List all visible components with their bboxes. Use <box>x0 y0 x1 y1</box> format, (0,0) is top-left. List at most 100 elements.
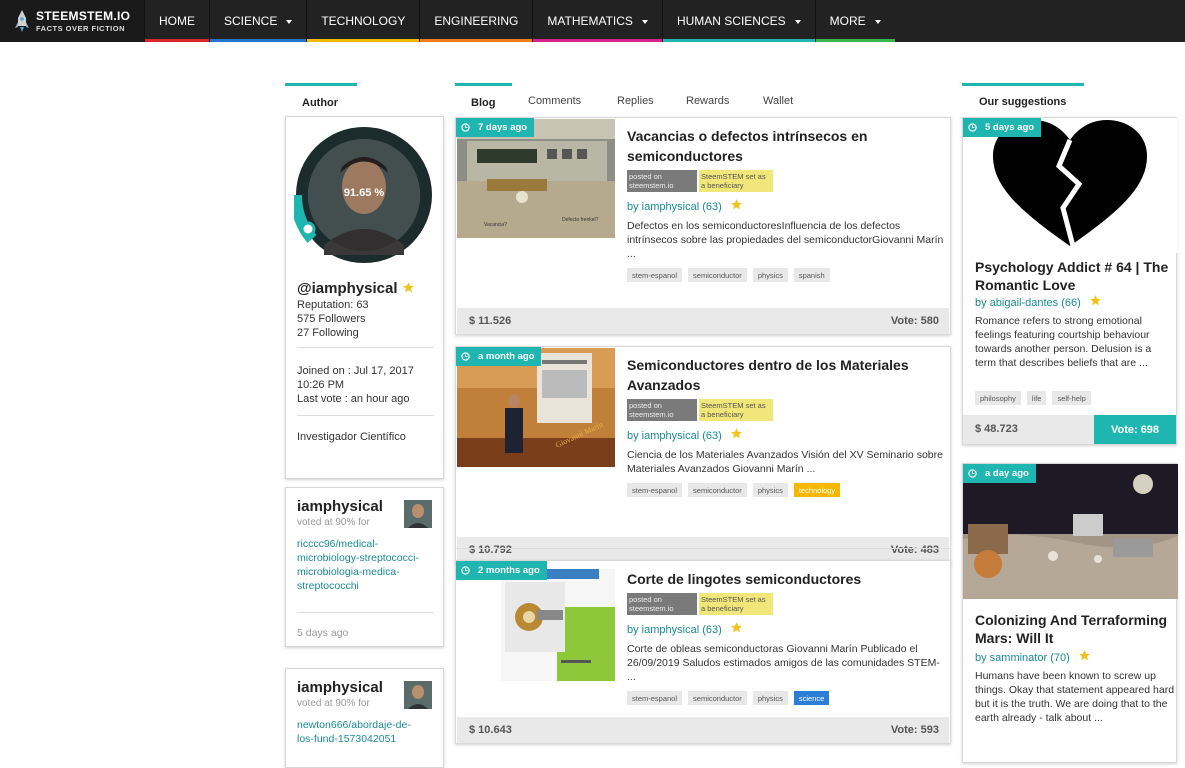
post-author[interactable]: by iamphysical (63) <box>627 198 743 213</box>
beneficiary-badge: SteemSTEM set as a beneficiary <box>699 170 773 192</box>
post-vote-button[interactable]: Vote: 593 <box>891 724 939 736</box>
post-author[interactable]: by iamphysical (63) <box>627 621 743 636</box>
author-joined-time: 10:26 PM <box>297 379 345 391</box>
nav-science[interactable]: SCIENCE <box>210 0 308 42</box>
suggestion-author[interactable]: by samminator (70) <box>975 649 1091 664</box>
post-vote-button[interactable]: Vote: 483 <box>891 544 939 556</box>
tag[interactable]: physics <box>752 268 788 282</box>
nav-more[interactable]: MORE <box>815 0 895 42</box>
tag[interactable]: physics <box>752 691 788 705</box>
star-icon <box>730 199 742 210</box>
tag[interactable]: semiconductor <box>688 268 747 282</box>
voter-avatar[interactable] <box>404 500 432 528</box>
tag[interactable]: technology <box>793 483 841 497</box>
post-excerpt: Ciencia de los Materiales Avanzados Visi… <box>627 449 943 475</box>
author-card: 91.65 % @iamphysical Reputation: 63 575 … <box>285 116 444 479</box>
post-card[interactable]: 2 months ago Corte de lingotes semicondu… <box>455 560 951 744</box>
caret-down-icon <box>641 19 648 24</box>
tag[interactable]: philosophy <box>975 391 1021 405</box>
nav-more-label: MORE <box>829 14 866 28</box>
voted-post-link[interactable]: newton666/abordaje-de-los-fund-157304205… <box>297 718 422 746</box>
tag[interactable]: semiconductor <box>688 483 747 497</box>
tag[interactable]: stem-espanol <box>627 483 683 497</box>
post-excerpt: Corte de obleas semiconductoras Giovanni… <box>627 643 940 683</box>
post-footer: $ 10.643 Vote: 593 <box>457 717 949 743</box>
voter-avatar[interactable] <box>404 681 432 709</box>
caret-down-icon <box>794 19 801 24</box>
nav-human-sciences[interactable]: HUMAN SCIENCES <box>662 0 816 42</box>
nav-mathematics[interactable]: MATHEMATICS <box>533 0 663 42</box>
post-time: a month ago <box>478 351 535 362</box>
suggestion-image[interactable] <box>963 464 1178 599</box>
author-following[interactable]: 27 Following <box>297 326 359 340</box>
post-title[interactable]: Corte de lingotes semiconductores <box>627 569 937 589</box>
star-icon <box>730 622 742 633</box>
suggestion-author-text: by samminator (70) <box>975 652 1070 664</box>
nav-mathematics-underline <box>533 39 662 42</box>
post-time: 2 months ago <box>478 565 540 576</box>
suggestion-title[interactable]: Psychology Addict # 64 | The Romantic Lo… <box>975 258 1170 294</box>
voted-post-link[interactable]: ricccc96/medical-microbiology-streptococ… <box>297 537 422 593</box>
post-vote-count: Vote: 580 <box>890 315 939 327</box>
suggestions-header-accent <box>962 83 1084 86</box>
suggestions-section-header: Our suggestions <box>979 96 1067 108</box>
divider <box>297 347 434 348</box>
nav-human-sciences-underline <box>662 39 815 42</box>
caret-down-icon <box>874 19 881 24</box>
post-vote-button[interactable]: Vote: 580 <box>891 315 939 327</box>
tag[interactable]: semiconductor <box>688 691 747 705</box>
star-icon <box>1089 295 1101 306</box>
nav-home[interactable]: HOME <box>145 0 210 42</box>
brand-logo[interactable]: STEEMSTEM.IO FACTS OVER FICTION <box>0 0 145 42</box>
broken-heart-icon[interactable] <box>963 118 1178 253</box>
suggestion-author-text: by abigail-dantes (66) <box>975 297 1081 309</box>
author-handle[interactable]: @iamphysical <box>297 280 415 297</box>
suggestion-title[interactable]: Colonizing And Terraforming Mars: Will I… <box>975 611 1170 647</box>
suggestion-card[interactable]: 5 days ago Psychology Addict # 64 | The … <box>962 117 1178 445</box>
post-vote-count: Vote: 483 <box>890 544 939 556</box>
tab-replies[interactable]: Replies <box>617 95 654 107</box>
post-payout: $ 10.643 <box>469 724 512 736</box>
brand-name: STEEMSTEM.IO <box>36 8 131 23</box>
nav-technology[interactable]: TECHNOLOGY <box>307 0 421 42</box>
post-payout: $ 11.526 <box>469 315 512 327</box>
tag[interactable]: science <box>793 691 830 705</box>
author-header-accent <box>285 83 357 86</box>
post-title[interactable]: Vacancias o defectos intrínsecos en semi… <box>627 126 937 166</box>
post-badges: posted on steemstem.io SteemSTEM set as … <box>627 170 777 192</box>
author-handle-text: @iamphysical <box>297 280 398 297</box>
clock-icon <box>461 566 470 575</box>
beneficiary-badge: SteemSTEM set as a beneficiary <box>699 593 773 615</box>
author-followers[interactable]: 575 Followers <box>297 312 365 326</box>
tag[interactable]: life <box>1026 391 1047 405</box>
post-card[interactable]: a month ago Giovanni Marín Semiconductor… <box>455 346 951 564</box>
suggestion-card[interactable]: a day ago Colonizing And Terraforming Ma… <box>962 463 1178 763</box>
voter-name[interactable]: iamphysical <box>297 498 383 515</box>
tag[interactable]: stem-espanol <box>627 691 683 705</box>
svg-text:Defecto frenkel?: Defecto frenkel? <box>562 217 599 223</box>
vote-card: iamphysical voted at 90% for ricccc96/me… <box>285 487 444 647</box>
post-card[interactable]: 7 days ago Vacancia? Defecto frenkel? Va… <box>455 117 951 335</box>
tag[interactable]: stem-espanol <box>627 268 683 282</box>
post-vote-count: Vote: 593 <box>890 724 939 736</box>
nav-engineering-label: ENGINEERING <box>434 14 519 28</box>
post-time-badge: 7 days ago <box>456 118 535 137</box>
tab-rewards[interactable]: Rewards <box>686 95 729 107</box>
tab-blog[interactable]: Blog <box>471 97 495 109</box>
post-author-text: by iamphysical (63) <box>627 624 722 636</box>
tab-comments[interactable]: Comments <box>528 95 581 107</box>
tag[interactable]: self-help <box>1052 391 1091 405</box>
post-author[interactable]: by iamphysical (63) <box>627 427 743 442</box>
posted-on-badge: posted on steemstem.io <box>627 399 697 421</box>
tag[interactable]: spanish <box>793 268 830 282</box>
suggestion-author[interactable]: by abigail-dantes (66) <box>975 294 1102 309</box>
post-title[interactable]: Semiconductores dentro de los Materiales… <box>627 355 937 395</box>
author-reputation: Reputation: 63 <box>297 299 369 311</box>
tab-wallet[interactable]: Wallet <box>763 95 793 107</box>
rocket-icon <box>15 10 29 32</box>
suggestion-vote-button[interactable]: Vote: 698 <box>1094 415 1176 444</box>
beneficiary-badge: SteemSTEM set as a beneficiary <box>699 399 773 421</box>
tag[interactable]: physics <box>752 483 788 497</box>
nav-engineering[interactable]: ENGINEERING <box>420 0 534 42</box>
voter-name[interactable]: iamphysical <box>297 679 383 696</box>
